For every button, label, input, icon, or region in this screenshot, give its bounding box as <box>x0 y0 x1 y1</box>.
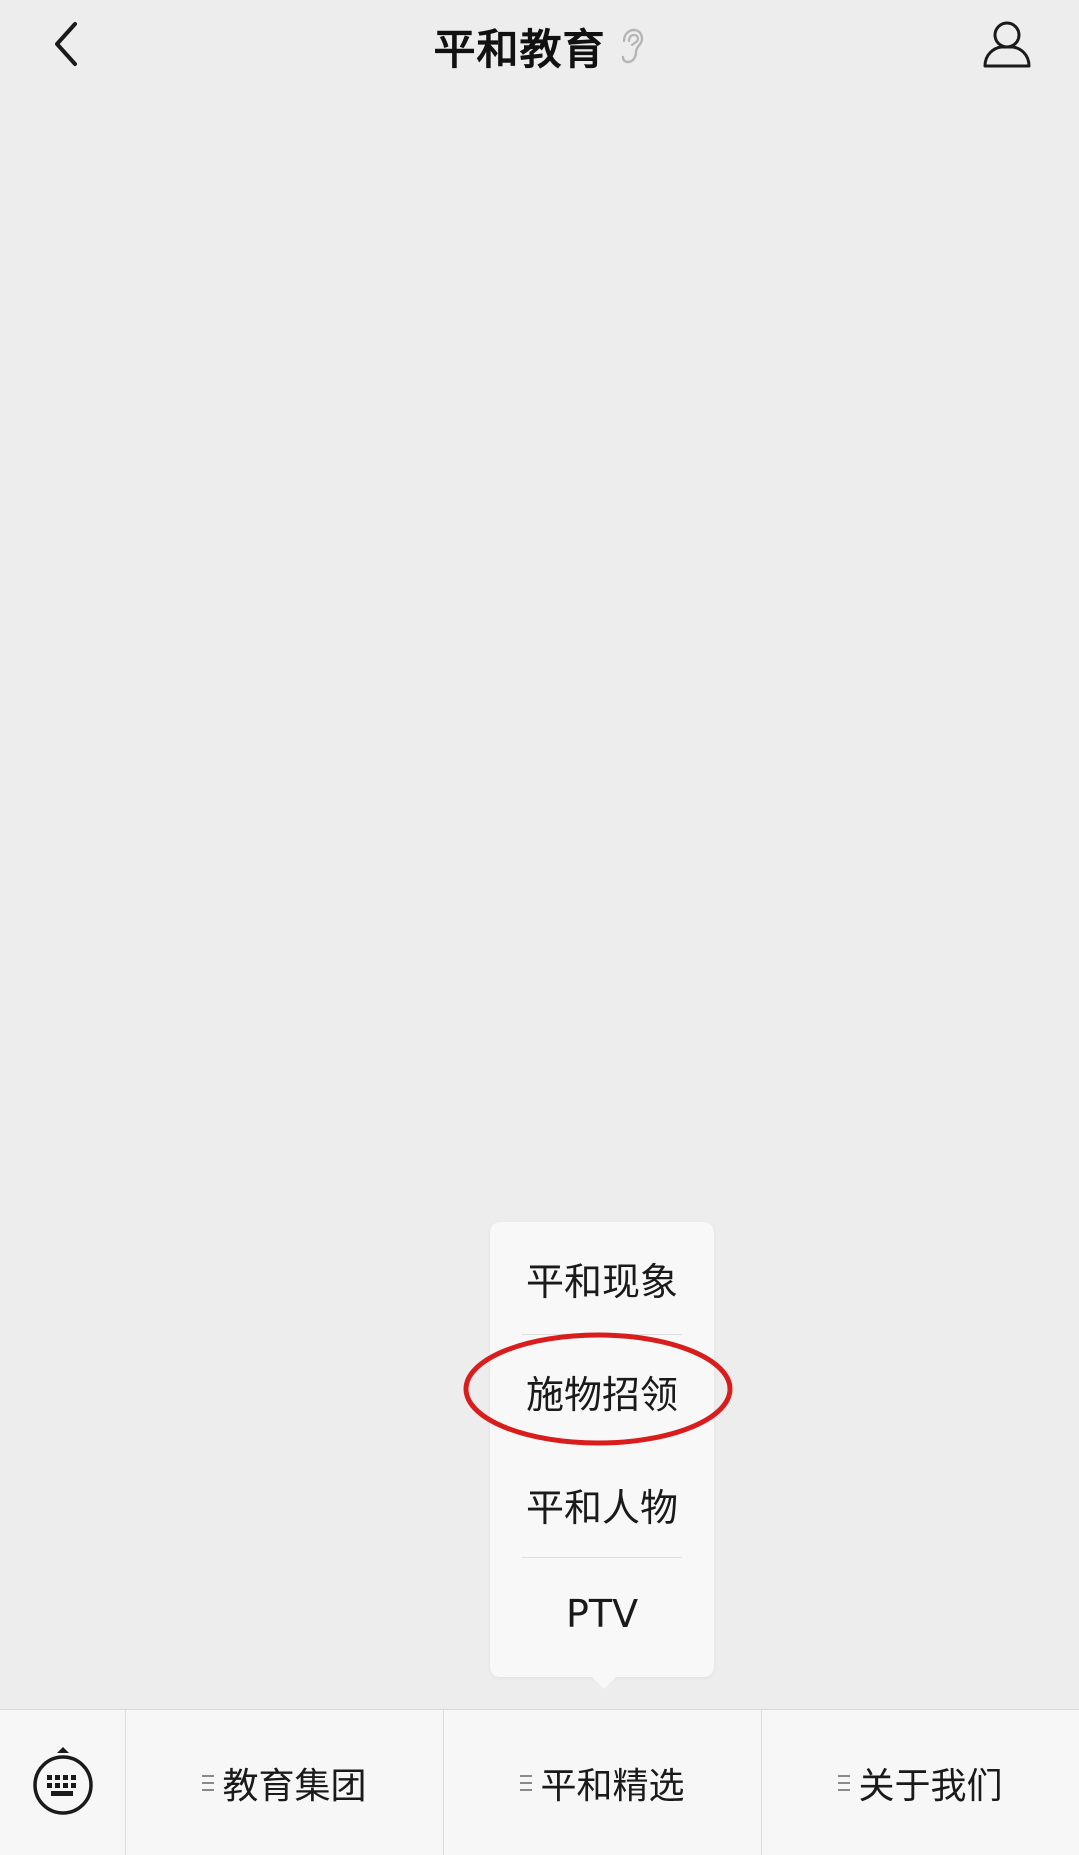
submenu-item-label: PTV <box>565 1592 639 1636</box>
tab-label: 关于我们 <box>858 1765 1003 1807</box>
tab-label: 教育集团 <box>222 1765 367 1807</box>
menu-lines-icon <box>202 1774 216 1791</box>
person-icon <box>981 18 1033 74</box>
menu-lines-icon <box>520 1774 534 1791</box>
page-title: 平和教育 <box>433 24 606 74</box>
submenu-item-phenomenon[interactable]: 平和现象 <box>490 1222 714 1334</box>
ear-icon <box>616 26 646 66</box>
submenu-item-lost-and-found[interactable]: 施物招领 <box>490 1335 714 1447</box>
submenu-item-people[interactable]: 平和人物 <box>490 1448 714 1560</box>
keyboard-toggle-button[interactable] <box>0 1710 125 1855</box>
submenu-item-ptv[interactable]: PTV <box>490 1558 714 1670</box>
submenu-popup: 平和现象 施物招领 平和人物 PTV <box>490 1222 714 1689</box>
tab-label: 平和精选 <box>540 1765 685 1807</box>
tab-education-group[interactable]: 教育集团 <box>125 1710 443 1855</box>
profile-button[interactable] <box>975 14 1039 78</box>
tab-pinghe-selection[interactable]: 平和精选 <box>443 1710 761 1855</box>
submenu-item-label: 施物招领 <box>525 1372 678 1417</box>
submenu-item-label: 平和现象 <box>525 1259 678 1304</box>
title-area: 平和教育 <box>0 14 1079 78</box>
bottom-menu-bar: 教育集团 平和精选 关于我们 <box>0 1709 1079 1855</box>
submenu-item-label: 平和人物 <box>525 1485 678 1530</box>
tab-about-us[interactable]: 关于我们 <box>761 1710 1079 1855</box>
navigation-bar: 平和教育 <box>0 0 1079 96</box>
keyboard-icon <box>31 1745 95 1821</box>
menu-lines-icon <box>838 1774 852 1791</box>
